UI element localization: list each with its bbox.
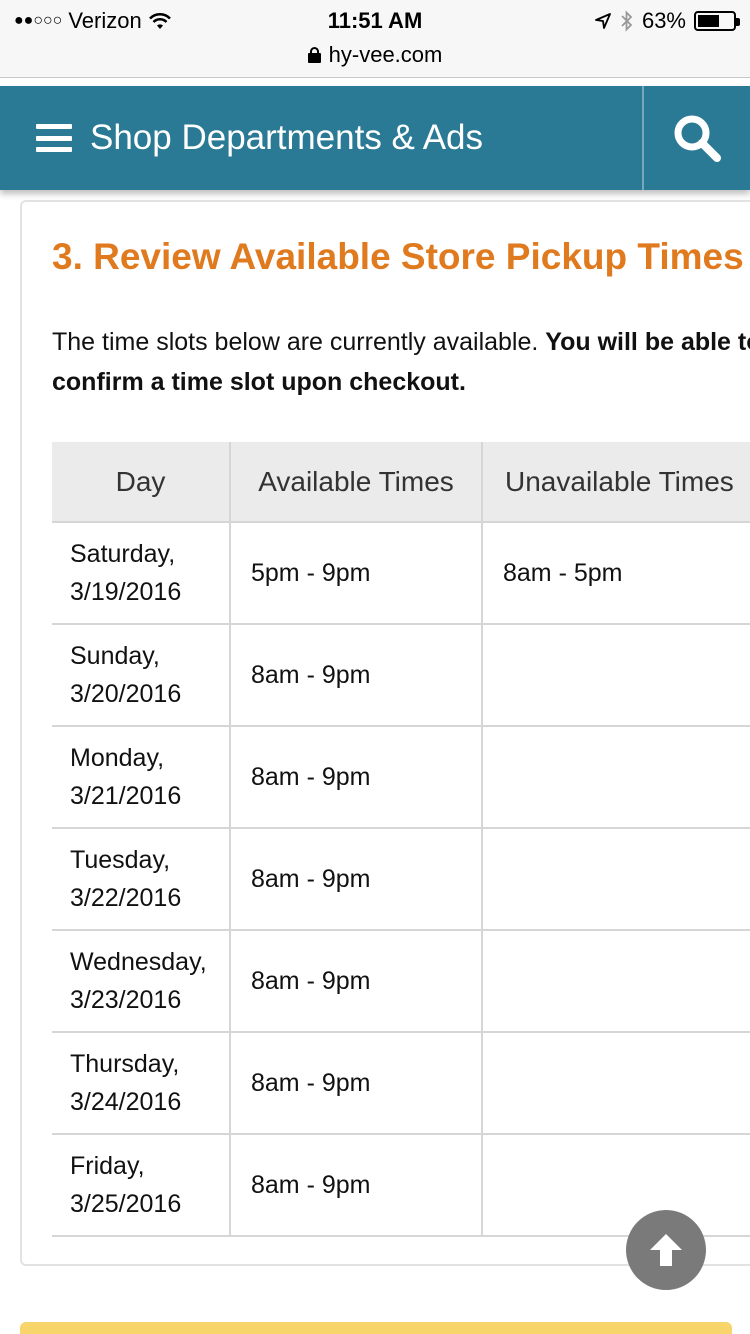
available-time: 5pm - 9pm xyxy=(230,522,483,625)
hamburger-icon xyxy=(36,124,72,152)
header-available-times: Available Times xyxy=(230,442,483,523)
available-time: 8am - 9pm xyxy=(230,828,483,931)
url-domain: hy-vee.com xyxy=(328,42,443,67)
day-name: Thursday, xyxy=(70,1050,180,1078)
day-date: 3/25/2016 xyxy=(70,1190,182,1218)
unavailable-time xyxy=(482,726,750,829)
day-name: Monday, xyxy=(70,744,165,772)
available-time: 8am - 9pm xyxy=(230,624,483,727)
day-date: 3/21/2016 xyxy=(70,782,182,810)
day-date: 3/19/2016 xyxy=(70,578,182,606)
day-name: Friday, xyxy=(70,1152,145,1180)
day-date: 3/20/2016 xyxy=(70,680,182,708)
day-name: Wednesday, xyxy=(70,948,207,976)
battery-level xyxy=(698,15,719,27)
day-cell: Thursday, 3/24/2016 xyxy=(52,1032,231,1135)
header-day: Day xyxy=(52,442,231,523)
table-row: Monday, 3/21/2016 8am - 9pm xyxy=(52,726,750,829)
arrow-up-icon xyxy=(650,1234,682,1266)
pickup-times-card: 3. Review Available Store Pickup Times T… xyxy=(20,200,750,1266)
day-cell: Friday, 3/25/2016 xyxy=(52,1134,231,1237)
day-cell: Tuesday, 3/22/2016 xyxy=(52,828,231,931)
day-name: Tuesday, xyxy=(70,846,171,874)
day-date: 3/22/2016 xyxy=(70,884,182,912)
header-unavailable-times: Unavailable Times xyxy=(482,442,750,523)
day-cell: Sunday, 3/20/2016 xyxy=(52,624,231,727)
table-header-row: Day Available Times Unavailable Times xyxy=(52,442,750,523)
shop-departments-menu-button[interactable]: Shop Departments & Ads xyxy=(36,86,483,190)
search-icon xyxy=(674,115,721,162)
table-row: Wednesday, 3/23/2016 8am - 9pm xyxy=(52,930,750,1033)
scroll-to-top-button[interactable] xyxy=(626,1210,706,1290)
unavailable-time xyxy=(482,624,750,727)
menu-label: Shop Departments & Ads xyxy=(90,118,483,157)
available-time: 8am - 9pm xyxy=(230,726,483,829)
url-bar[interactable]: hy-vee.com xyxy=(0,40,750,78)
day-date: 3/24/2016 xyxy=(70,1088,182,1116)
day-cell: Wednesday, 3/23/2016 xyxy=(52,930,231,1033)
table-row: Saturday, 3/19/2016 5pm - 9pm 8am - 5pm xyxy=(52,522,750,625)
intro-plain: The time slots below are currently avail… xyxy=(52,328,546,356)
unavailable-time xyxy=(482,930,750,1033)
available-time: 8am - 9pm xyxy=(230,930,483,1033)
time-slots-table: Day Available Times Unavailable Times Sa… xyxy=(52,442,750,1237)
day-cell: Monday, 3/21/2016 xyxy=(52,726,231,829)
bottom-banner[interactable] xyxy=(20,1322,732,1334)
battery-icon xyxy=(694,11,740,31)
day-date: 3/23/2016 xyxy=(70,986,182,1014)
day-name: Saturday, xyxy=(70,540,176,568)
unavailable-time: 8am - 5pm xyxy=(482,522,750,625)
available-time: 8am - 9pm xyxy=(230,1134,483,1237)
location-arrow-icon xyxy=(595,13,611,29)
status-right: 63% xyxy=(594,8,740,34)
unavailable-time xyxy=(482,828,750,931)
lock-icon xyxy=(307,47,321,63)
bluetooth-icon xyxy=(621,10,633,32)
day-cell: Saturday, 3/19/2016 xyxy=(52,522,231,625)
section-title: 3. Review Available Store Pickup Times xyxy=(52,236,744,277)
table-row: Tuesday, 3/22/2016 8am - 9pm xyxy=(52,828,750,931)
unavailable-time xyxy=(482,1134,750,1237)
status-bar: ●●○○○ Verizon 11:51 AM 63% xyxy=(0,0,750,40)
available-time: 8am - 9pm xyxy=(230,1032,483,1135)
battery-percent: 63% xyxy=(641,8,686,33)
day-name: Sunday, xyxy=(70,642,160,670)
site-header: Shop Departments & Ads xyxy=(0,86,750,190)
search-button[interactable] xyxy=(644,86,750,190)
intro-text: The time slots below are currently avail… xyxy=(52,322,750,402)
unavailable-time xyxy=(482,1032,750,1135)
table-row: Thursday, 3/24/2016 8am - 9pm xyxy=(52,1032,750,1135)
table-row: Sunday, 3/20/2016 8am - 9pm xyxy=(52,624,750,727)
